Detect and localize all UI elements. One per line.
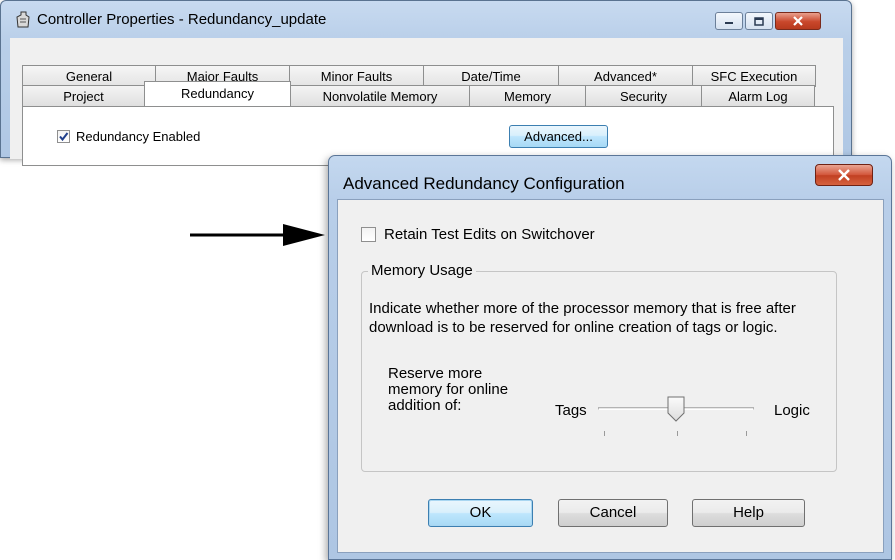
- retain-test-edits-row[interactable]: Retain Test Edits on Switchover: [361, 226, 595, 243]
- memory-usage-description: Indicate whether more of the processor m…: [369, 300, 796, 336]
- slider-tick: [677, 431, 678, 436]
- tab-nonvolatile-memory[interactable]: Nonvolatile Memory: [290, 85, 470, 107]
- arrow-pointer-icon: [190, 224, 325, 246]
- minimize-button[interactable]: [715, 12, 743, 30]
- dialog-title: Advanced Redundancy Configuration: [343, 174, 625, 193]
- memory-slider-thumb[interactable]: [667, 396, 685, 422]
- reserve-memory-label: Reserve more memory for online addition …: [388, 365, 509, 414]
- redundancy-enabled-label: Redundancy Enabled: [76, 129, 201, 144]
- tab-date-time[interactable]: Date/Time: [423, 65, 559, 87]
- title-bar[interactable]: Controller Properties - Redundancy_updat…: [1, 1, 851, 37]
- window-title: Controller Properties - Redundancy_updat…: [37, 11, 327, 28]
- close-icon: [793, 16, 803, 26]
- controller-properties-icon: [16, 11, 30, 28]
- retain-test-edits-checkbox[interactable]: [361, 227, 376, 242]
- tab-project[interactable]: Project: [22, 85, 145, 107]
- advanced-button[interactable]: Advanced...: [509, 125, 608, 148]
- help-button[interactable]: Help: [692, 499, 805, 527]
- tab-sfc-execution[interactable]: SFC Execution: [692, 65, 816, 87]
- tab-alarm-log[interactable]: Alarm Log: [701, 85, 815, 107]
- close-icon: [838, 169, 850, 181]
- tab-minor-faults[interactable]: Minor Faults: [289, 65, 424, 87]
- memory-usage-legend: Memory Usage: [368, 262, 476, 279]
- close-button[interactable]: [775, 12, 821, 30]
- maximize-icon: [754, 16, 764, 26]
- tab-advanced[interactable]: Advanced*: [558, 65, 693, 87]
- ok-button[interactable]: OK: [428, 499, 533, 527]
- retain-test-edits-label: Retain Test Edits on Switchover: [384, 226, 595, 243]
- maximize-button[interactable]: [745, 12, 773, 30]
- dialog-close-button[interactable]: [815, 164, 873, 186]
- cancel-button[interactable]: Cancel: [558, 499, 668, 527]
- tab-row-top: General Major Faults Minor Faults Date/T…: [22, 65, 816, 87]
- tab-redundancy[interactable]: Redundancy: [144, 81, 291, 106]
- redundancy-enabled-row[interactable]: Redundancy Enabled: [57, 129, 200, 144]
- minimize-icon: [725, 22, 733, 24]
- tab-memory[interactable]: Memory: [469, 85, 586, 107]
- slider-tick: [604, 431, 605, 436]
- slider-right-label: Logic: [774, 402, 810, 419]
- checkmark-icon: [59, 132, 69, 142]
- redundancy-enabled-checkbox[interactable]: [57, 130, 70, 143]
- tab-row-bottom: Project Redundancy Nonvolatile Memory Me…: [22, 81, 815, 107]
- tab-general[interactable]: General: [22, 65, 156, 87]
- tab-security[interactable]: Security: [585, 85, 702, 107]
- slider-tick: [746, 431, 747, 436]
- slider-left-label: Tags: [555, 402, 587, 419]
